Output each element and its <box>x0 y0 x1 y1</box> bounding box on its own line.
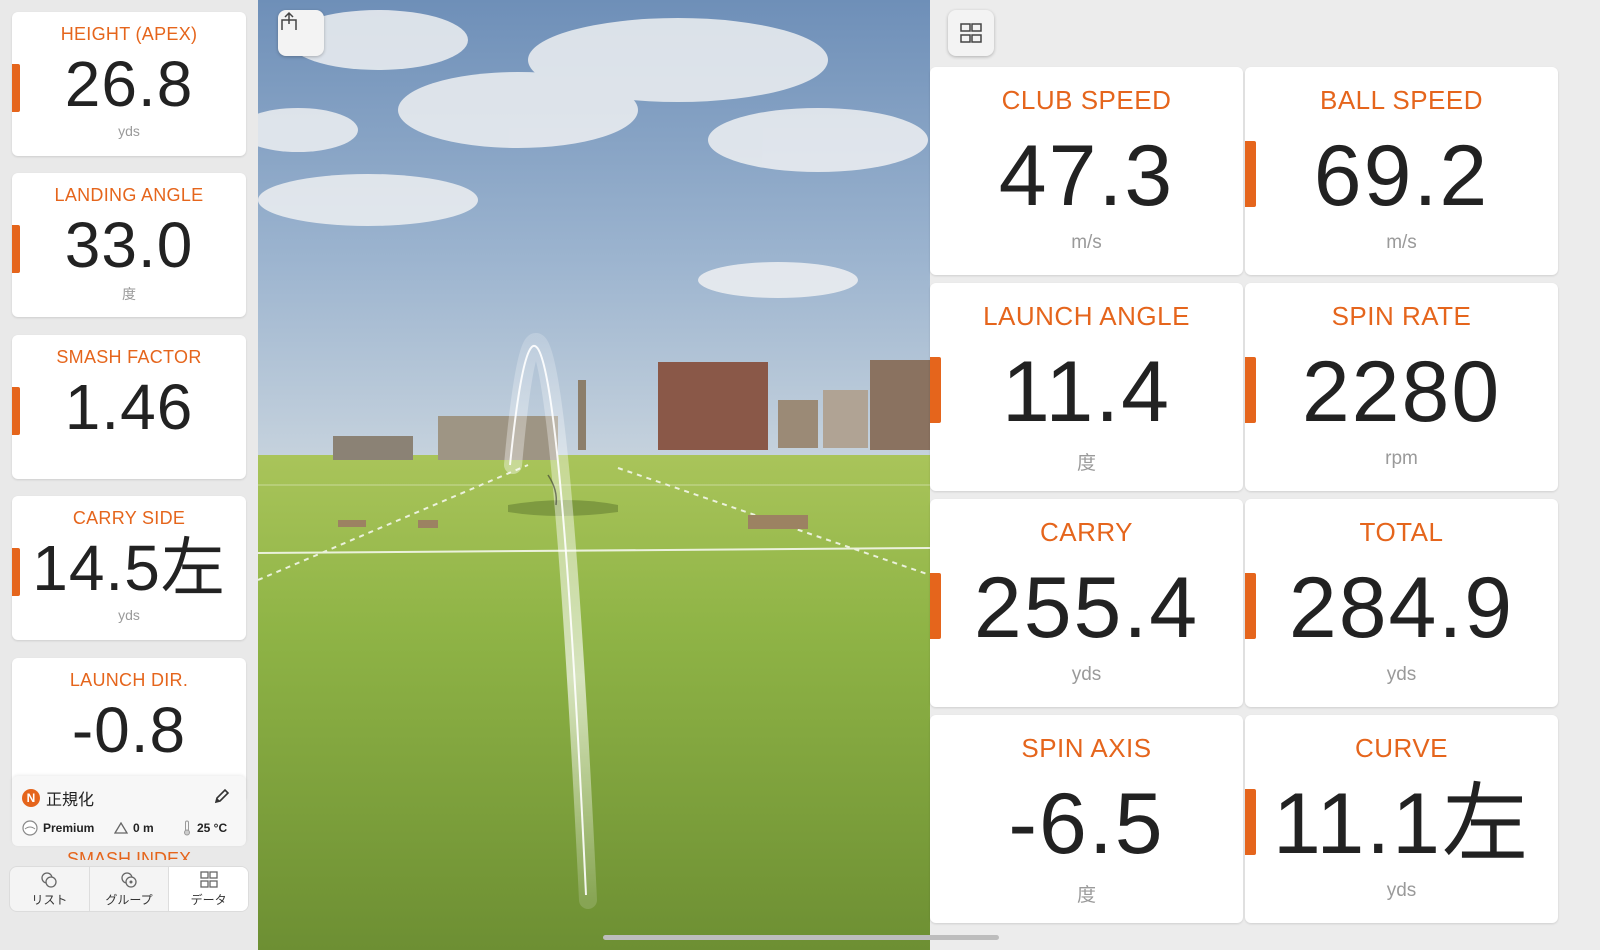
golf-course-scene <box>258 0 930 950</box>
metric-title: TOTAL <box>1359 517 1444 547</box>
metric-value: 11.4 <box>1002 344 1171 440</box>
normalize-badge-icon: N <box>22 789 40 807</box>
metric-value: 255.4 <box>973 560 1200 656</box>
metric-value: -6.5 <box>1008 776 1165 872</box>
metric-unit: yds <box>118 123 140 139</box>
metric-card-height-apex: HEIGHT (APEX) 26.8 yds <box>12 12 246 156</box>
temperature-label: 25 °C <box>197 821 228 835</box>
metric-unit: m/s <box>1386 232 1417 253</box>
metric-card-spin-axis: SPIN AXIS -6.5 度 <box>930 715 1243 923</box>
share-button[interactable] <box>278 10 324 56</box>
metric-card-club-speed: CLUB SPEED 47.3 m/s <box>930 67 1243 275</box>
metric-unit: m/s <box>1071 232 1102 253</box>
normalized-marker <box>12 225 20 273</box>
metric-value: -0.8 <box>71 694 187 766</box>
metric-card-carry-side: CARRY SIDE 14.5左 yds <box>12 496 246 640</box>
normalized-marker <box>12 548 20 596</box>
view-tab-bar[interactable]: リスト グループ データ <box>9 866 249 912</box>
metric-title: LANDING ANGLE <box>54 185 204 205</box>
list-balls-icon <box>41 871 57 888</box>
metric-unit: yds <box>1071 664 1102 685</box>
normalization-toggle[interactable]: N 正規化 <box>22 786 94 810</box>
metric-title: SPIN AXIS <box>1021 733 1152 763</box>
metric-value: 2280 <box>1301 344 1502 440</box>
normalized-marker <box>12 387 20 435</box>
metric-title: CURVE <box>1354 733 1449 763</box>
metric-card-smash-factor: SMASH FACTOR 1.46 <box>12 335 246 479</box>
altitude: 0 m <box>114 821 182 835</box>
metric-value: 69.2 <box>1313 128 1490 224</box>
normalize-label: 正規化 <box>46 792 95 809</box>
shot-trajectory-view[interactable] <box>258 0 930 950</box>
temperature: 25 °C <box>182 820 227 836</box>
metric-unit: yds <box>118 607 140 623</box>
metric-unit: rpm <box>1385 448 1418 469</box>
layout-button[interactable] <box>948 10 994 56</box>
share-icon <box>281 11 297 30</box>
group-balls-icon <box>121 871 137 888</box>
normalized-marker <box>1245 573 1256 639</box>
metric-unit: yds <box>1386 664 1417 685</box>
metric-title: HEIGHT (APEX) <box>60 24 198 44</box>
altitude-icon <box>114 822 128 834</box>
ball-type: Premium <box>22 820 114 836</box>
normalized-marker <box>1245 789 1256 855</box>
metric-title: LAUNCH DIR. <box>69 670 189 690</box>
metric-card-ball-speed: BALL SPEED 69.2 m/s <box>1245 67 1558 275</box>
metric-value: 14.5左 <box>32 532 226 604</box>
metric-title: SMASH FACTOR <box>56 347 202 367</box>
tab-data[interactable]: データ <box>169 867 248 911</box>
data-grid-icon <box>200 870 218 888</box>
left-metrics-column[interactable]: HEIGHT (APEX) 26.8 yds LANDING ANGLE 33.… <box>0 0 258 950</box>
smash-index-title-partial: SMASH INDEX <box>66 849 192 860</box>
metric-value: 1.46 <box>64 371 194 443</box>
tab-label: データ <box>190 892 227 907</box>
metric-card-carry: CARRY 255.4 yds <box>930 499 1243 707</box>
metric-unit: 度 <box>1076 885 1096 906</box>
home-indicator[interactable] <box>603 935 999 940</box>
layout-grid-icon <box>960 23 982 43</box>
metric-unit: 度 <box>1076 453 1096 474</box>
metric-card-total: TOTAL 284.9 yds <box>1245 499 1558 707</box>
metric-unit: yds <box>1386 880 1417 901</box>
altitude-label: 0 m <box>133 821 154 835</box>
metric-title: CARRY <box>1039 517 1134 547</box>
metric-title: CARRY SIDE <box>72 508 186 528</box>
thermometer-icon <box>184 820 190 836</box>
metric-value: 284.9 <box>1288 560 1515 656</box>
normalization-panel[interactable]: N 正規化 Premium 0 m 25 °C <box>12 776 246 846</box>
normalized-marker <box>930 573 941 639</box>
metric-value: 33.0 <box>64 209 194 281</box>
metric-title: LAUNCH ANGLE <box>983 301 1190 331</box>
ball-icon <box>22 820 38 836</box>
main-metrics-panel[interactable]: CLUB SPEED 47.3 m/s BALL SPEED 69.2 m/s … <box>930 0 1600 950</box>
metric-card-launch-angle: LAUNCH ANGLE 11.4 度 <box>930 283 1243 491</box>
metric-value: 47.3 <box>998 128 1175 224</box>
tab-list[interactable]: リスト <box>10 867 90 911</box>
metric-card-spin-rate: SPIN RATE 2280 rpm <box>1245 283 1558 491</box>
pencil-icon[interactable] <box>208 782 236 810</box>
metric-unit: 度 <box>122 286 136 302</box>
metric-value: 26.8 <box>64 48 194 120</box>
metric-title: SPIN RATE <box>1331 301 1472 331</box>
conditions-row: Premium 0 m 25 °C <box>22 820 238 836</box>
ball-type-label: Premium <box>43 821 95 835</box>
normalized-marker <box>1245 141 1256 207</box>
tab-label: グループ <box>105 892 153 907</box>
metric-title: CLUB SPEED <box>1001 85 1172 115</box>
tab-label: リスト <box>31 892 68 907</box>
normalized-marker <box>930 357 941 423</box>
normalized-marker <box>12 64 20 112</box>
tab-group[interactable]: グループ <box>90 867 170 911</box>
metric-card-curve: CURVE 11.1左 yds <box>1245 715 1558 923</box>
metric-title: BALL SPEED <box>1319 85 1483 115</box>
metric-value: 11.1左 <box>1273 776 1530 872</box>
metric-card-landing-angle: LANDING ANGLE 33.0 度 <box>12 173 246 317</box>
normalized-marker <box>1245 357 1256 423</box>
